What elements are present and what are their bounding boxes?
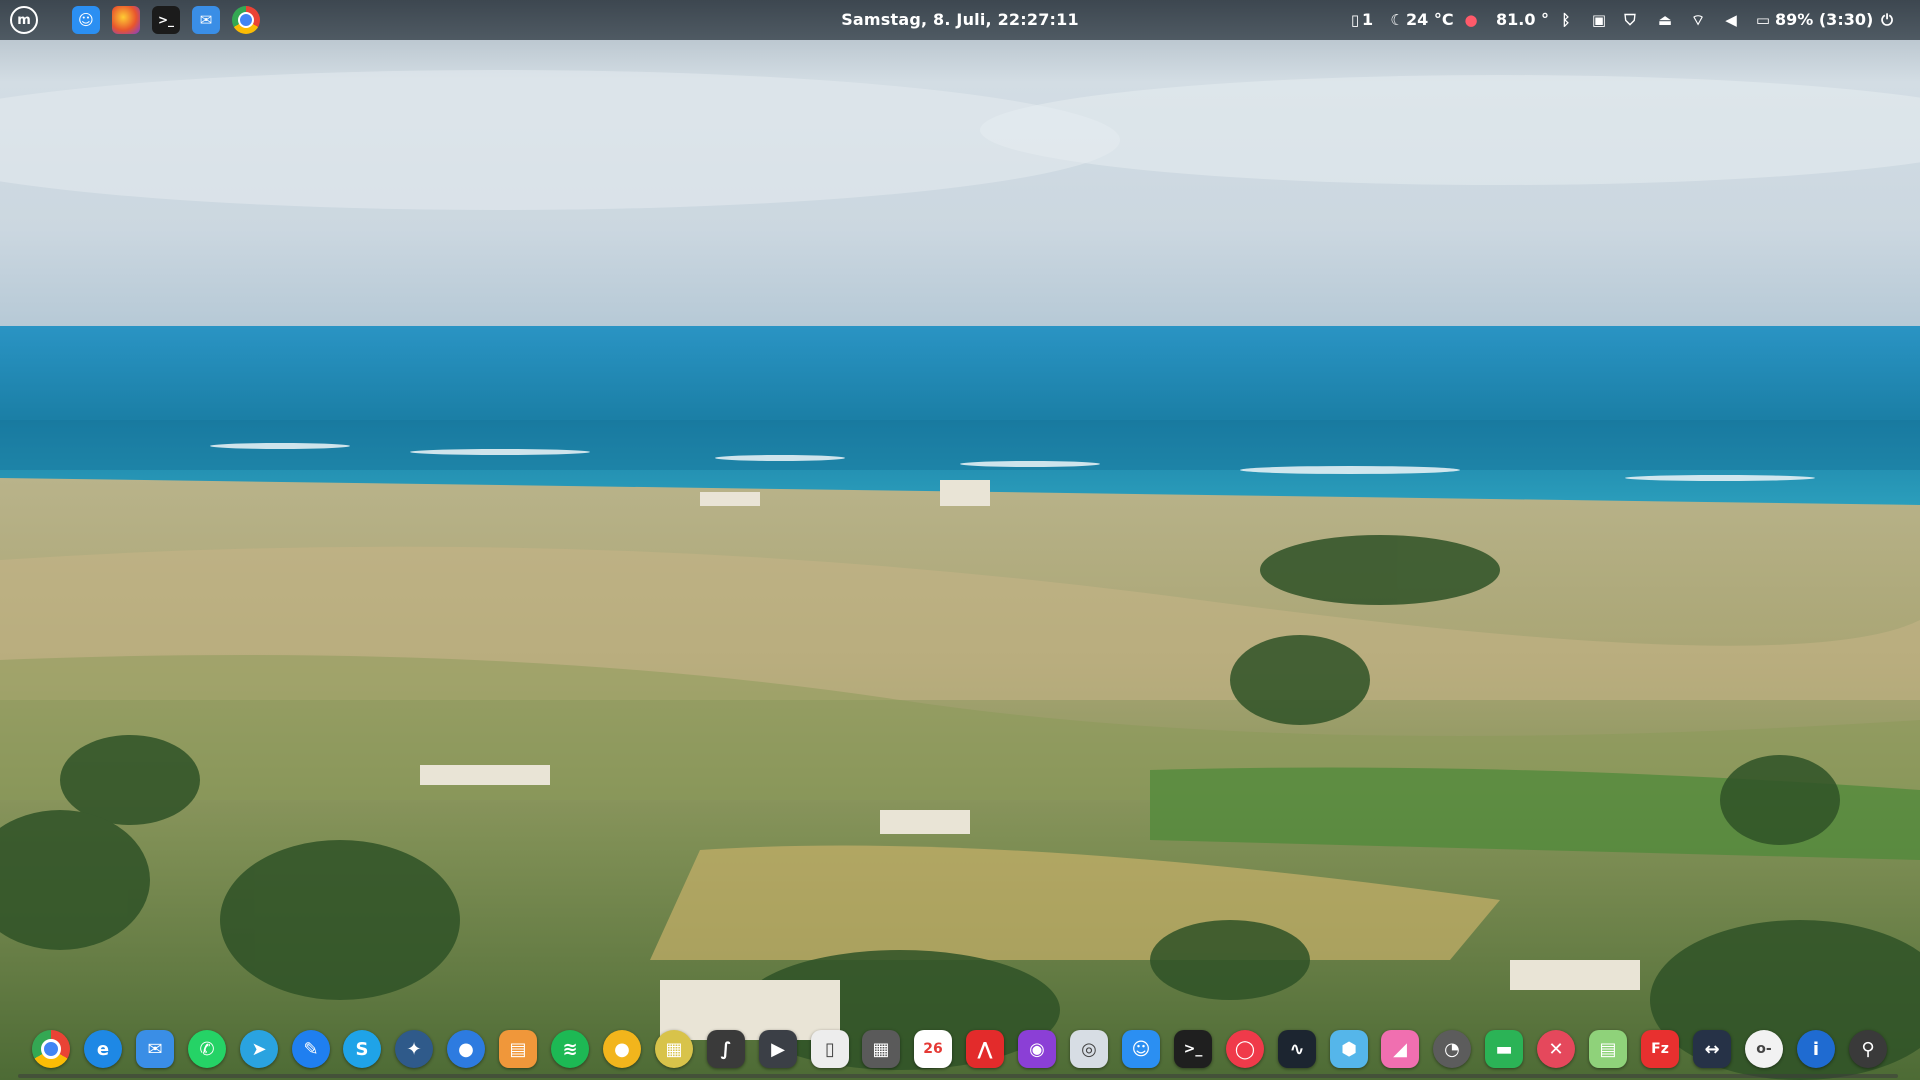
dock-timeshift-glyph: ◔ — [1444, 1038, 1460, 1060]
dock-duck-glyph: ● — [614, 1038, 630, 1060]
dock-filezilla-glyph: Fz — [1651, 1041, 1669, 1057]
dock-edge-icon[interactable]: e — [84, 1030, 122, 1068]
dock-pink-app-icon[interactable]: ◢ — [1381, 1030, 1419, 1068]
finder-face-icon[interactable]: ☺ — [72, 6, 100, 34]
dock-running-indicator-bar — [18, 1074, 1898, 1078]
dock-ring-app-icon[interactable]: ◯ — [1226, 1030, 1264, 1068]
dock-system-monitor-glyph: ∿ — [1289, 1038, 1305, 1060]
dock-close-app-glyph: ✕ — [1548, 1038, 1564, 1060]
location-value[interactable]: 81.0 ° — [1496, 10, 1549, 29]
dock-pdf-reader-glyph: ⋀ — [977, 1038, 993, 1060]
dock-archive-icon[interactable]: ▤ — [499, 1030, 537, 1068]
dock-system-monitor-icon[interactable]: ∿ — [1278, 1030, 1316, 1068]
dock-skype-icon[interactable]: S — [343, 1030, 381, 1068]
dock-filezilla-icon[interactable]: Fz — [1641, 1030, 1679, 1068]
dock-key-app-icon[interactable]: o- — [1745, 1030, 1783, 1068]
dock-whatsapp-glyph: ✆ — [199, 1038, 215, 1060]
dock-notes-icon[interactable]: ▦ — [655, 1030, 693, 1068]
eject-icon[interactable]: ⏏ — [1654, 9, 1676, 31]
terminal-icon[interactable]: >_ — [152, 6, 180, 34]
dock-firefox-icon[interactable]: ◉ — [1018, 1030, 1056, 1068]
dock-spotify-icon[interactable]: ≋ — [551, 1030, 589, 1068]
dock-edge-glyph: e — [96, 1038, 110, 1060]
dock-hex-app-icon[interactable]: ⬢ — [1330, 1030, 1368, 1068]
dock-close-app-icon[interactable]: ✕ — [1537, 1030, 1575, 1068]
dock-chat-bubble-icon[interactable]: ● — [447, 1030, 485, 1068]
dock-messenger-glyph: ✎ — [303, 1038, 319, 1060]
dock-terminal-icon[interactable]: >_ — [1174, 1030, 1212, 1068]
dock-inkscape-glyph: ∫ — [720, 1038, 732, 1060]
weather-temperature[interactable]: 24 °C — [1406, 10, 1454, 29]
dock-terminal-glyph: >_ — [1183, 1041, 1203, 1057]
dock-password-manager-icon[interactable]: i — [1797, 1030, 1835, 1068]
mail-envelope-icon[interactable]: ✉ — [192, 6, 220, 34]
dock-firefox-glyph: ◉ — [1029, 1038, 1045, 1060]
dock-calculator-icon[interactable]: ▦ — [862, 1030, 900, 1068]
dock-green-screen-glyph: ▬ — [1495, 1038, 1513, 1060]
chrome-icon[interactable] — [232, 6, 260, 34]
battery-icon[interactable]: ▭ — [1752, 9, 1774, 31]
dock-inkscape-icon[interactable]: ∫ — [707, 1030, 745, 1068]
dock-chat-bubble-glyph: ● — [458, 1038, 474, 1060]
dock-hex-app-glyph: ⬢ — [1341, 1038, 1357, 1060]
linux-mint-menu-icon[interactable]: m — [10, 6, 38, 34]
dock-key-app-glyph: o- — [1756, 1041, 1772, 1057]
clock[interactable]: Samstag, 8. Juli, 22:27:11 — [800, 10, 1120, 29]
dock-calculator-glyph: ▦ — [872, 1038, 890, 1060]
dock-mail-icon[interactable]: ✉ — [136, 1030, 174, 1068]
dock-messenger-icon[interactable]: ✎ — [292, 1030, 330, 1068]
dock: e ✉ ✆ ➤ ✎ S ✦ ● ▤ ≋ ● ▦ ∫ ▶ ▯ ▦ 26 ⋀ ◉ ◎ ☺ >_ ◯ ∿ ⬢ ◢ ◔ ▬ ✕ ▤ Fz ↔ o-i ⚲ — [24, 1022, 1900, 1080]
dock-remote-desktop-icon[interactable]: ↔ — [1693, 1030, 1731, 1068]
dock-telegram-glyph: ➤ — [251, 1038, 267, 1060]
dock-lock-app-glyph: ⚲ — [1861, 1038, 1875, 1060]
location-pin-icon: ● — [1464, 11, 1478, 29]
dock-spreadsheet-glyph: ▤ — [1599, 1038, 1617, 1060]
dock-spotify-glyph: ≋ — [562, 1038, 578, 1060]
dock-screenshot-glyph: ◎ — [1081, 1038, 1097, 1060]
dock-spreadsheet-icon[interactable]: ▤ — [1589, 1030, 1627, 1068]
dock-duck-icon[interactable]: ● — [603, 1030, 641, 1068]
dock-chrome-icon[interactable] — [32, 1030, 70, 1068]
moon-icon: ☾ — [1390, 11, 1404, 29]
dock-telegram-icon[interactable]: ➤ — [240, 1030, 278, 1068]
dock-feather-glyph: ✦ — [406, 1038, 422, 1060]
dock-video-player-glyph: ▶ — [771, 1038, 785, 1060]
dock-calendar-icon[interactable]: 26 — [914, 1030, 952, 1068]
shield-icon[interactable]: ⛉ — [1619, 9, 1641, 31]
dock-mail-glyph: ✉ — [147, 1038, 163, 1060]
dock-ring-app-glyph: ◯ — [1234, 1038, 1256, 1060]
dock-remote-desktop-glyph: ↔ — [1704, 1038, 1720, 1060]
dock-green-screen-icon[interactable]: ▬ — [1485, 1030, 1523, 1068]
dock-finder-icon[interactable]: ☺ — [1122, 1030, 1160, 1068]
dock-skype-glyph: S — [355, 1038, 369, 1060]
dock-feather-icon[interactable]: ✦ — [395, 1030, 433, 1068]
power-icon[interactable]: ⏻ — [1876, 9, 1898, 31]
dock-timeshift-icon[interactable]: ◔ — [1433, 1030, 1471, 1068]
dock-notes-glyph: ▦ — [665, 1038, 683, 1060]
battery-status[interactable]: 89% (3:30) — [1775, 10, 1873, 29]
top-panel: m ☺ >_ ✉ Samstag, 8. Juli, 22:27:11 ▯ 1 … — [0, 0, 1920, 40]
desktop-wallpaper — [0, 0, 1920, 1080]
workspace-number[interactable]: 1 — [1362, 10, 1373, 29]
volume-icon[interactable]: ◀ — [1720, 9, 1742, 31]
dock-screenshot-icon[interactable]: ◎ — [1070, 1030, 1108, 1068]
dock-finder-glyph: ☺ — [1131, 1038, 1151, 1060]
dock-lock-app-icon[interactable]: ⚲ — [1849, 1030, 1887, 1068]
dock-password-manager-glyph: i — [1812, 1038, 1820, 1060]
firefox-icon[interactable] — [112, 6, 140, 34]
dock-pink-app-glyph: ◢ — [1393, 1038, 1407, 1060]
dock-documents-glyph: ▯ — [825, 1038, 835, 1060]
dock-documents-icon[interactable]: ▯ — [811, 1030, 849, 1068]
dock-archive-glyph: ▤ — [509, 1038, 527, 1060]
dock-pdf-reader-icon[interactable]: ⋀ — [966, 1030, 1004, 1068]
dock-calendar-glyph: 26 — [923, 1041, 943, 1057]
bluetooth-icon[interactable]: ᛒ — [1555, 9, 1577, 31]
clipboard-icon[interactable]: ▣ — [1588, 9, 1610, 31]
wifi-icon[interactable]: ⌔ — [1687, 9, 1709, 31]
dock-video-player-icon[interactable]: ▶ — [759, 1030, 797, 1068]
dock-whatsapp-icon[interactable]: ✆ — [188, 1030, 226, 1068]
